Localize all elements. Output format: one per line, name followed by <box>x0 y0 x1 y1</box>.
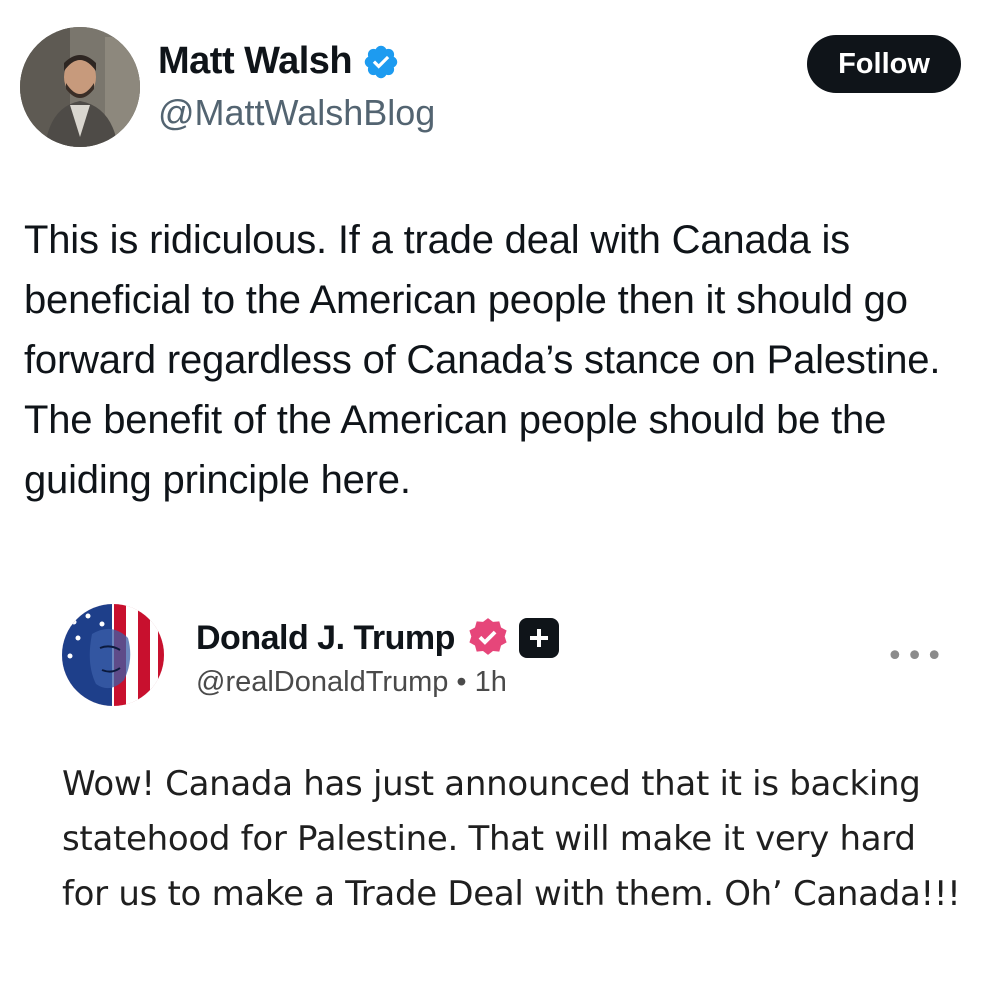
meta-separator: • <box>456 666 467 698</box>
quoted-post-text: Wow! Canada has just announced that it i… <box>62 764 961 914</box>
verified-pink-badge-icon <box>465 615 511 661</box>
quoted-author-name-text: Donald J. Trump <box>196 618 455 657</box>
plus-badge-icon <box>518 618 559 658</box>
quoted-author-handle: @realDonaldTrump <box>196 666 449 698</box>
follow-button[interactable]: Follow <box>807 35 961 93</box>
quoted-post-meta: @realDonaldTrump • 1h <box>196 666 507 699</box>
author-handle[interactable]: @MattWalshBlog <box>158 92 435 134</box>
author-name[interactable]: Matt Walsh <box>158 40 400 83</box>
more-options-icon: ••• <box>886 639 946 674</box>
author-avatar[interactable] <box>20 27 140 147</box>
quoted-author-name: Donald J. Trump <box>196 615 559 661</box>
verified-badge-icon <box>362 43 400 81</box>
quoted-author-avatar <box>62 604 164 706</box>
post-text: This is ridiculous. If a trade deal with… <box>24 218 941 502</box>
author-name-text: Matt Walsh <box>158 40 353 82</box>
quoted-post-time: 1h <box>474 666 507 698</box>
